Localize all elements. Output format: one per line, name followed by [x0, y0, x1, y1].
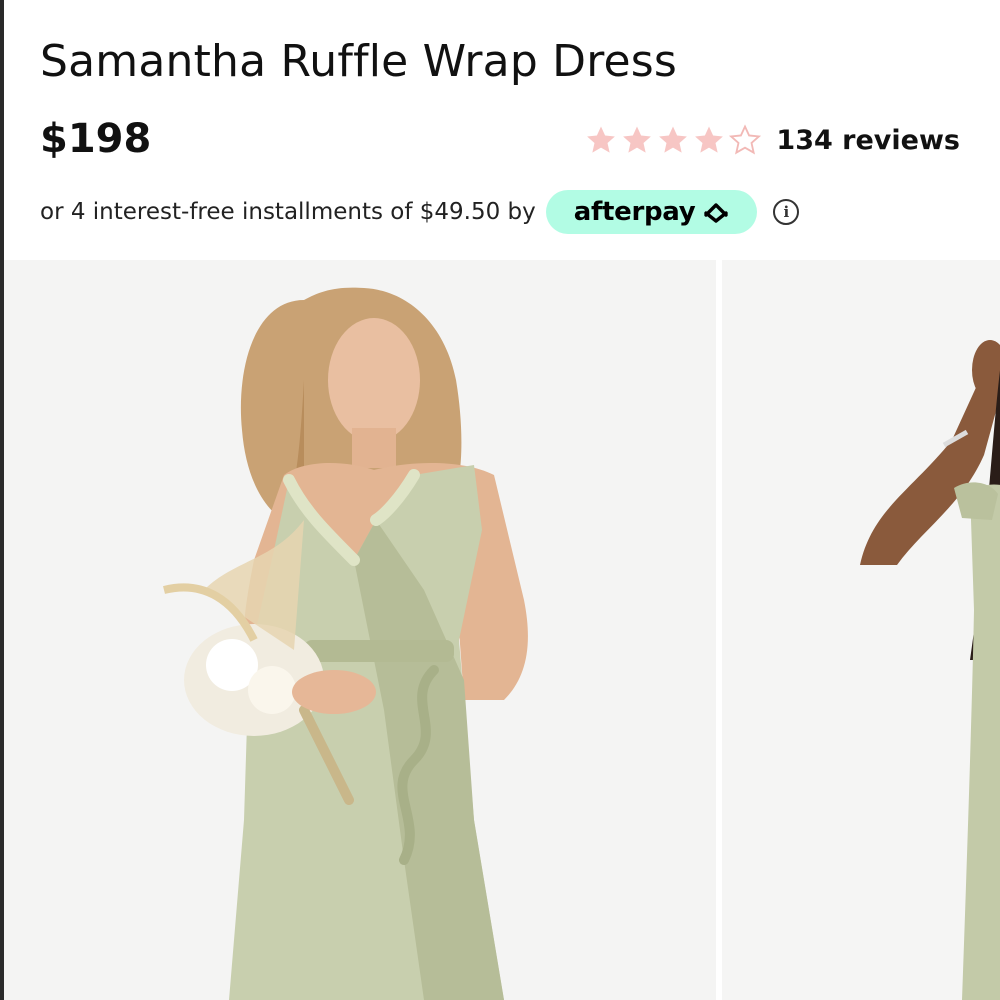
- star-filled-icon: [692, 123, 726, 157]
- product-image-front[interactable]: [4, 260, 716, 1000]
- star-rating[interactable]: [584, 123, 762, 157]
- info-icon[interactable]: i: [773, 199, 800, 225]
- star-filled-icon: [656, 123, 690, 157]
- star-filled-icon: [620, 123, 654, 157]
- afterpay-arrows-icon: [699, 199, 733, 225]
- installments-row: or 4 interest-free installments of $49.5…: [40, 190, 800, 234]
- product-image-gallery[interactable]: [4, 260, 1000, 1000]
- product-image-side[interactable]: [722, 260, 1000, 1000]
- star-empty-icon: [728, 123, 762, 157]
- installments-text: or 4 interest-free installments of $49.5…: [40, 199, 536, 225]
- product-title: Samantha Ruffle Wrap Dress: [40, 36, 678, 87]
- model-front-illustration: [163, 287, 528, 1000]
- reviews-link[interactable]: 134 reviews: [776, 125, 960, 156]
- star-filled-icon: [584, 123, 618, 157]
- afterpay-badge[interactable]: afterpay: [545, 190, 758, 234]
- model-side-illustration: [860, 340, 1000, 1000]
- product-rating[interactable]: 134 reviews: [584, 118, 960, 162]
- product-price: $198: [40, 116, 152, 162]
- afterpay-wordmark: afterpay: [573, 197, 696, 227]
